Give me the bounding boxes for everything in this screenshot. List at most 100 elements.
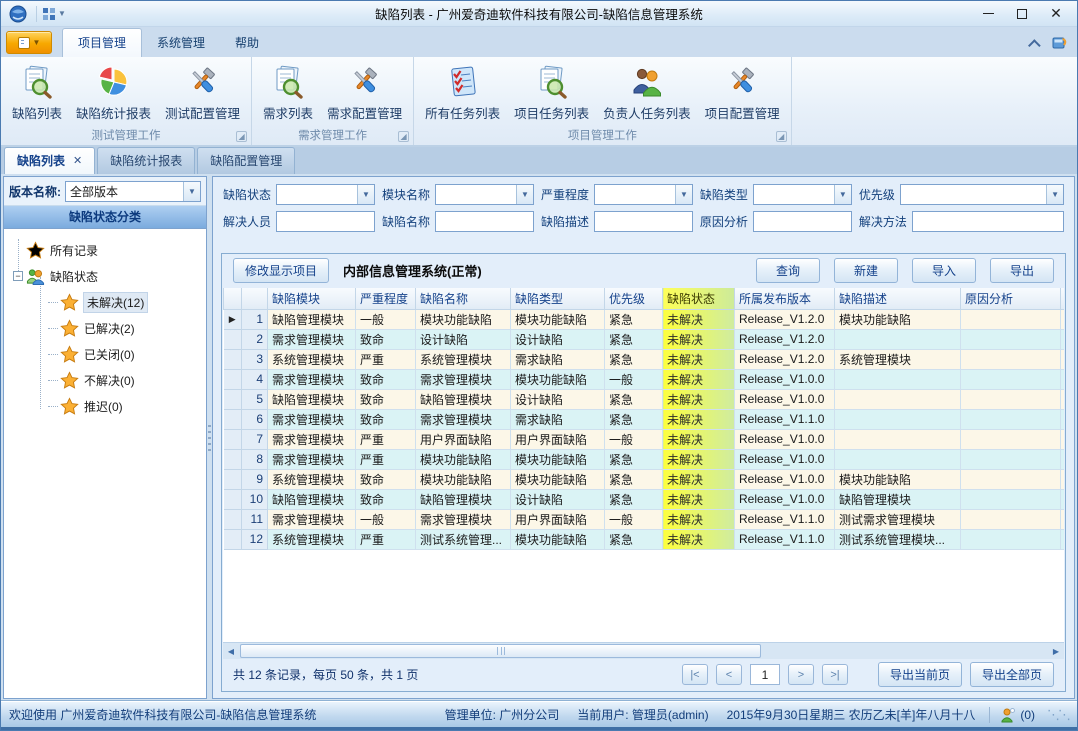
cell[interactable]: 设计缺陷	[511, 329, 605, 349]
horizontal-scrollbar[interactable]: ◀ ▶	[223, 642, 1064, 659]
scroll-right-icon[interactable]: ▶	[1048, 644, 1064, 659]
chevron-down-icon[interactable]: ▼	[834, 185, 851, 204]
cell[interactable]: 需求管理模块	[416, 409, 511, 429]
row-number-cell[interactable]: 5	[242, 389, 268, 409]
resolver-filter-input[interactable]	[276, 211, 375, 232]
table-row[interactable]: 12系统管理模块严重测试系统管理...模块功能缺陷紧急未解决Release_V1…	[224, 529, 1065, 549]
cell[interactable]: 紧急	[605, 329, 663, 349]
project-tasks-button[interactable]: 项目任务列表	[507, 60, 596, 124]
cell[interactable]: 紧急	[605, 449, 663, 469]
tree-item-defect-status[interactable]: − 缺陷状态	[4, 263, 206, 289]
previous-page-button[interactable]: <	[716, 664, 742, 685]
dialog-launcher-icon[interactable]: ◢	[236, 131, 247, 142]
cell[interactable]: Release_V1.2.0	[735, 349, 835, 369]
cell[interactable]: 模块功能缺陷	[511, 309, 605, 329]
cell[interactable]: 未解决	[663, 469, 735, 489]
cell[interactable]: 紧急	[605, 309, 663, 329]
cell[interactable]	[835, 449, 961, 469]
solution-filter-input[interactable]	[912, 211, 1064, 232]
cause-analysis-filter-input[interactable]	[753, 211, 852, 232]
cell[interactable]	[1061, 309, 1065, 329]
cell[interactable]: Release_V1.0.0	[735, 369, 835, 389]
cell[interactable]: 需求管理模块	[268, 429, 356, 449]
column-header[interactable]: 缺陷描述	[835, 288, 961, 309]
messenger-person-icon[interactable]	[1000, 707, 1016, 723]
cell[interactable]: 测试需求管理模块	[835, 509, 961, 529]
new-button[interactable]: 新建	[834, 258, 898, 283]
cell[interactable]: 一般	[605, 429, 663, 449]
tree-item-closed[interactable]: 已关闭(0)	[4, 341, 206, 367]
cell[interactable]: 紧急	[605, 469, 663, 489]
last-page-button[interactable]: >|	[822, 664, 848, 685]
cell[interactable]: 用户界面缺陷	[511, 509, 605, 529]
cell[interactable]: 未解决	[663, 449, 735, 469]
cell[interactable]: Release_V1.0.0	[735, 429, 835, 449]
cell[interactable]: 模块功能缺陷	[835, 309, 961, 329]
cell[interactable]: 模块功能缺陷	[416, 449, 511, 469]
cell[interactable]	[1061, 449, 1065, 469]
cell[interactable]: 紧急	[605, 409, 663, 429]
modify-columns-button[interactable]: 修改显示项目	[233, 258, 329, 283]
row-number-cell[interactable]: 2	[242, 329, 268, 349]
cell[interactable]: 设计缺陷	[511, 489, 605, 509]
cell[interactable]: 需求管理模块	[268, 329, 356, 349]
cell[interactable]: 致命	[356, 469, 416, 489]
export-button[interactable]: 导出	[990, 258, 1054, 283]
priority-filter[interactable]: ▼	[900, 184, 1064, 205]
cell[interactable]	[835, 409, 961, 429]
cell[interactable]: Release_V1.0.0	[735, 449, 835, 469]
cell[interactable]: 严重	[356, 349, 416, 369]
cell[interactable]	[1061, 389, 1065, 409]
cell[interactable]	[1061, 529, 1065, 549]
cell[interactable]: 设计缺陷	[416, 329, 511, 349]
requirement-list-button[interactable]: 需求列表	[256, 60, 320, 124]
cell[interactable]	[1061, 509, 1065, 529]
cell[interactable]: 需求缺陷	[511, 349, 605, 369]
cell[interactable]: 致命	[356, 369, 416, 389]
cell[interactable]: 未解决	[663, 409, 735, 429]
row-number-cell[interactable]: 1	[242, 309, 268, 329]
column-header[interactable]: 缺陷名称	[416, 288, 511, 309]
cell[interactable]: 严重	[356, 429, 416, 449]
cell[interactable]: 致命	[356, 329, 416, 349]
cell[interactable]: Release_V1.0.0	[735, 389, 835, 409]
chevron-down-icon[interactable]: ▼	[1046, 185, 1063, 204]
cell[interactable]	[961, 369, 1061, 389]
column-header[interactable]: 原因分析	[961, 288, 1061, 309]
chevron-down-icon[interactable]: ▼	[516, 185, 533, 204]
cell[interactable]: 系统管理模块	[835, 349, 961, 369]
resize-grip-icon[interactable]: ⋱⋱	[1047, 707, 1069, 723]
row-number-cell[interactable]: 6	[242, 409, 268, 429]
cell[interactable]	[961, 309, 1061, 329]
dialog-launcher-icon[interactable]: ◢	[398, 131, 409, 142]
cell[interactable]	[835, 329, 961, 349]
column-header[interactable]: 解决方法	[1061, 288, 1065, 309]
cell[interactable]: Release_V1.1.0	[735, 509, 835, 529]
cell[interactable]: 未解决	[663, 349, 735, 369]
close-tab-icon[interactable]: ✕	[73, 154, 82, 167]
tree-item-wont-fix[interactable]: 不解决(0)	[4, 367, 206, 393]
cell[interactable]	[961, 489, 1061, 509]
cell[interactable]: 紧急	[605, 349, 663, 369]
cell[interactable]: 缺陷管理模块	[416, 489, 511, 509]
cell[interactable]: 未解决	[663, 489, 735, 509]
cell[interactable]: 测试系统管理...	[416, 529, 511, 549]
table-row[interactable]: 4需求管理模块致命需求管理模块模块功能缺陷一般未解决Release_V1.0.0	[224, 369, 1065, 389]
cell[interactable]	[961, 529, 1061, 549]
table-row[interactable]: 7需求管理模块严重用户界面缺陷用户界面缺陷一般未解决Release_V1.0.0	[224, 429, 1065, 449]
cell[interactable]	[961, 329, 1061, 349]
defect-type-filter[interactable]: ▼	[753, 184, 852, 205]
cell[interactable]: Release_V1.2.0	[735, 329, 835, 349]
defect-report-button[interactable]: 缺陷统计报表	[69, 60, 158, 124]
cell[interactable]	[1061, 369, 1065, 389]
tree-item-all-records[interactable]: 所有记录	[4, 237, 206, 263]
defect-desc-filter-input[interactable]	[594, 211, 693, 232]
cell[interactable]: 一般	[356, 509, 416, 529]
table-row[interactable]: 10缺陷管理模块致命缺陷管理模块设计缺陷紧急未解决Release_V1.0.0缺…	[224, 489, 1065, 509]
defect-status-filter[interactable]: ▼	[276, 184, 375, 205]
cell[interactable]: 需求管理模块	[268, 369, 356, 389]
cell[interactable]	[835, 429, 961, 449]
cell[interactable]: 未解决	[663, 429, 735, 449]
tree-item-unresolved[interactable]: 未解决(12)	[4, 289, 206, 315]
defect-name-filter-input[interactable]	[435, 211, 534, 232]
